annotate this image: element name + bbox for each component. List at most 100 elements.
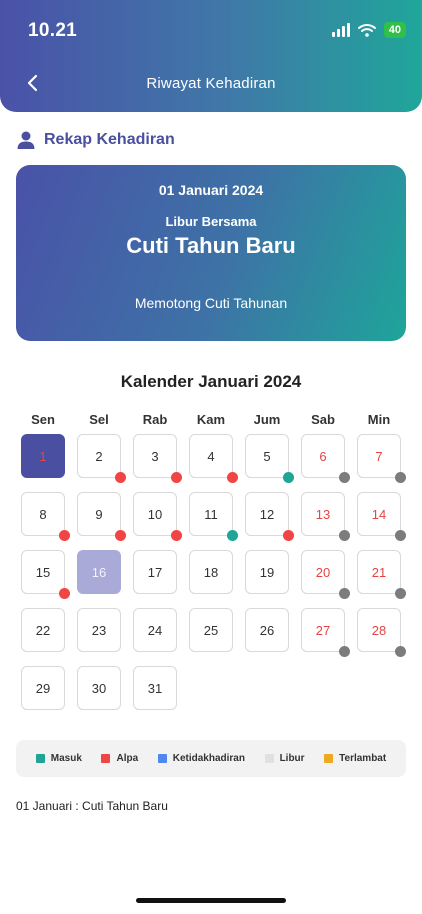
- calendar-day[interactable]: 16: [77, 550, 121, 594]
- calendar-day[interactable]: 5: [245, 434, 294, 483]
- status-time: 10.21: [28, 20, 78, 41]
- legend-item: Ketidakhadiran: [157, 753, 245, 764]
- calendar-grid: 1 2 3 4 5 6 7 8 9 10 11 12 13 14 15 16 17 18 19 20 21 22 23 24 2…: [21, 434, 407, 710]
- calendar-day[interactable]: 13: [301, 492, 350, 541]
- calendar-day[interactable]: 10: [133, 492, 182, 541]
- day-number: 28: [371, 622, 387, 638]
- calendar-day[interactable]: 17: [133, 550, 177, 594]
- legend-label: Terlambat: [339, 753, 387, 764]
- legend-label: Libur: [279, 753, 305, 764]
- calendar-day[interactable]: 24: [133, 608, 177, 652]
- status-dot-libur: [395, 588, 406, 599]
- calendar-day[interactable]: 8: [21, 492, 70, 541]
- legend-item: Alpa: [101, 753, 138, 764]
- weekday-label: Min: [367, 412, 391, 427]
- status-dot-alpa: [227, 472, 238, 483]
- day-number: 10: [147, 506, 163, 522]
- holiday-info: 01 Januari : Cuti Tahun Baru: [16, 799, 168, 813]
- day-number: 17: [147, 564, 163, 580]
- legend-label: Alpa: [116, 753, 139, 764]
- app-header: 10.21 40 Riwayat Kehadiran: [0, 0, 422, 112]
- card-date: 01 Januari 2024: [158, 182, 264, 198]
- status-dot-masuk: [227, 530, 238, 541]
- day-number: 3: [151, 448, 159, 464]
- status-dot-libur: [395, 472, 406, 483]
- calendar-day[interactable]: 4: [189, 434, 238, 483]
- status-icons: 40: [331, 22, 406, 38]
- calendar-day[interactable]: 2: [77, 434, 126, 483]
- day-number: 16: [91, 564, 107, 580]
- calendar-day[interactable]: 22: [21, 608, 65, 652]
- attendance-summary-card: 01 Januari 2024 Libur Bersama Cuti Tahun…: [16, 165, 406, 341]
- legend-swatch: [324, 754, 334, 763]
- day-number: 26: [259, 622, 275, 638]
- calendar-day[interactable]: 20: [301, 550, 350, 599]
- legend-swatch: [157, 754, 167, 763]
- weekday-label: Sab: [311, 412, 335, 427]
- day-number: 25: [203, 622, 219, 638]
- status-dot-libur: [339, 530, 350, 541]
- day-number: 30: [91, 680, 107, 696]
- user-icon: [17, 131, 35, 149]
- legend-item: Terlambat: [324, 753, 386, 764]
- day-number: 19: [259, 564, 275, 580]
- legend-item: Masuk: [35, 753, 82, 764]
- calendar-day[interactable]: 30: [77, 666, 121, 710]
- page-title: Riwayat Kehadiran: [146, 75, 276, 92]
- calendar-day[interactable]: 12: [245, 492, 294, 541]
- section-title-label: Rekap Kehadiran: [44, 131, 175, 148]
- weekday-label: Sen: [31, 412, 55, 427]
- legend-label: Masuk: [50, 753, 82, 764]
- day-number: 29: [35, 680, 51, 696]
- calendar-day[interactable]: 28: [357, 608, 406, 657]
- day-number: 8: [39, 506, 47, 522]
- calendar-day[interactable]: 3: [133, 434, 182, 483]
- day-number: 1: [39, 448, 47, 464]
- calendar-day[interactable]: 27: [301, 608, 350, 657]
- weekday-header: Sen Sel Rab Kam Jum Sab Min: [21, 412, 407, 427]
- calendar-day[interactable]: 15: [21, 550, 70, 599]
- calendar-day[interactable]: 9: [77, 492, 126, 541]
- calendar-title: Kalender Januari 2024: [120, 372, 302, 391]
- legend-label: Ketidakhadiran: [172, 753, 245, 764]
- status-dot-libur: [395, 530, 406, 541]
- status-dot-alpa: [171, 530, 182, 541]
- calendar-day[interactable]: 11: [189, 492, 238, 541]
- status-dot-alpa: [59, 530, 70, 541]
- card-note: Memotong Cuti Tahunan: [134, 295, 288, 311]
- day-number: 22: [35, 622, 51, 638]
- home-indicator: [136, 898, 286, 903]
- status-dot-alpa: [283, 530, 294, 541]
- section-title: Rekap Kehadiran: [16, 130, 175, 150]
- calendar-day[interactable]: 1: [21, 434, 65, 478]
- status-dot-alpa: [59, 588, 70, 599]
- calendar-day[interactable]: 14: [357, 492, 406, 541]
- status-dot-libur: [339, 472, 350, 483]
- calendar-day[interactable]: 19: [245, 550, 289, 594]
- day-number: 9: [95, 506, 103, 522]
- status-dot-masuk: [283, 472, 294, 483]
- calendar-day[interactable]: 26: [245, 608, 289, 652]
- status-dot-libur: [339, 588, 350, 599]
- day-number: 15: [35, 564, 51, 580]
- day-number: 7: [375, 448, 383, 464]
- day-number: 20: [315, 564, 331, 580]
- calendar-day[interactable]: 31: [133, 666, 177, 710]
- calendar-day[interactable]: 23: [77, 608, 121, 652]
- calendar-day[interactable]: 6: [301, 434, 350, 483]
- card-type: Libur Bersama: [165, 214, 257, 229]
- day-number: 2: [95, 448, 103, 464]
- calendar-day[interactable]: 21: [357, 550, 406, 599]
- calendar-day[interactable]: 7: [357, 434, 406, 483]
- calendar-day[interactable]: 18: [189, 550, 233, 594]
- calendar-day[interactable]: 29: [21, 666, 65, 710]
- day-number: 24: [147, 622, 163, 638]
- calendar-day[interactable]: 25: [189, 608, 233, 652]
- day-number: 5: [263, 448, 271, 464]
- day-number: 13: [315, 506, 331, 522]
- day-number: 12: [259, 506, 275, 522]
- cellular-signal-icon: [331, 23, 350, 37]
- status-dot-libur: [395, 646, 406, 657]
- day-number: 4: [207, 448, 215, 464]
- day-number: 21: [371, 564, 387, 580]
